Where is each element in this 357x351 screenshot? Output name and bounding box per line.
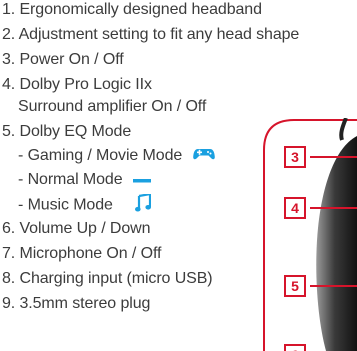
gamepad-icon xyxy=(192,146,215,165)
feature-item-2: 2. Adjustment setting to fit any head sh… xyxy=(2,26,300,43)
eq-mode-normal-label: - Normal Mode xyxy=(18,171,123,188)
eq-mode-music: - Music Mode xyxy=(18,192,152,217)
feature-item-4-continued: Surround amplifier On / Off xyxy=(18,98,207,115)
callout-3: 3 xyxy=(284,146,306,168)
headset-earcup-illustration xyxy=(263,118,357,351)
feature-item-6: 6. Volume Up / Down xyxy=(2,220,151,237)
dash-icon xyxy=(132,170,151,189)
feature-item-3: 3. Power On / Off xyxy=(2,51,124,68)
callout-5: 5 xyxy=(284,275,306,297)
feature-item-5: 5. Dolby EQ Mode xyxy=(2,123,132,140)
feature-item-1: 1. Ergonomically designed headband xyxy=(2,1,262,18)
eq-mode-gaming: - Gaming / Movie Mode xyxy=(18,146,215,165)
eq-mode-gaming-label: - Gaming / Movie Mode xyxy=(18,147,183,164)
feature-item-4: 4. Dolby Pro Logic IIx xyxy=(2,76,152,93)
feature-item-8: 8. Charging input (micro USB) xyxy=(2,270,213,287)
headset-diagram: 3 4 5 6 xyxy=(262,118,357,351)
eq-mode-music-label: - Music Mode xyxy=(18,196,113,214)
callout-4: 4 xyxy=(284,197,306,219)
feature-item-9: 9. 3.5mm stereo plug xyxy=(2,295,151,312)
music-note-icon xyxy=(135,192,152,217)
callout-6: 6 xyxy=(284,344,306,351)
feature-item-7: 7. Microphone On / Off xyxy=(2,245,162,262)
eq-mode-normal: - Normal Mode xyxy=(18,170,151,189)
